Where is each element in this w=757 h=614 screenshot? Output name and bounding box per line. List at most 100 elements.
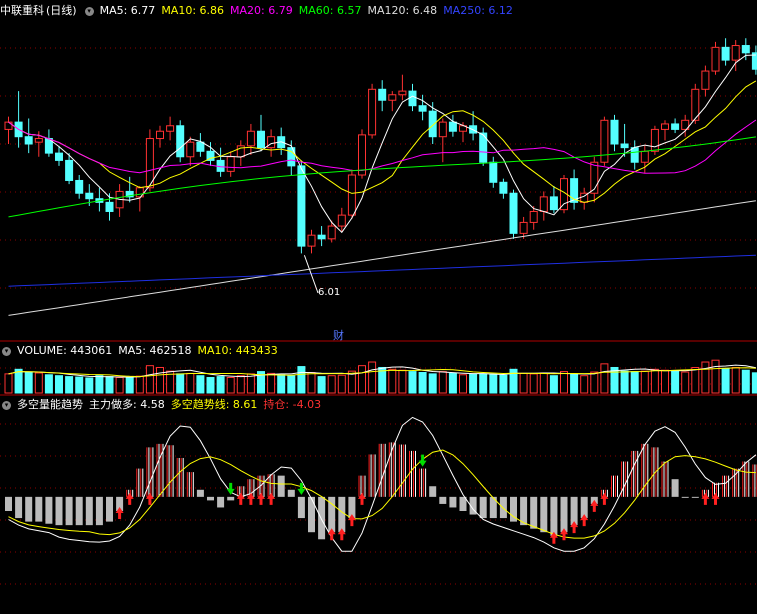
volume-bar-down — [549, 375, 558, 394]
volume-bar-up — [156, 366, 164, 394]
indicator-bar-down — [499, 496, 507, 519]
candle-up — [4, 121, 13, 130]
volume-bar-up — [731, 366, 740, 394]
volume-bar-up — [34, 372, 43, 394]
indicator-header: ▾ 多空量能趋势 主力做多: 4.58 多空趋势线: 8.61 持仓: -4.03 — [0, 398, 327, 412]
volume-bar-down — [14, 368, 23, 394]
candle-up — [529, 210, 538, 223]
volume-bar-up — [560, 371, 568, 394]
candle-down — [317, 234, 326, 240]
candle-down — [549, 196, 558, 211]
candle-down — [418, 105, 427, 112]
candle-down — [671, 123, 680, 130]
indicator-bar-down — [318, 496, 326, 540]
volume-bar-up — [691, 366, 700, 394]
finance-marker[interactable]: 财 — [333, 327, 344, 343]
volume-value: VOLUME: 443061 — [17, 344, 113, 357]
volume-bar-down — [721, 367, 730, 394]
ma20-line — [8, 119, 757, 174]
indicator-bar-down — [671, 479, 679, 497]
volume-bar-down — [297, 366, 306, 394]
volume-bar-down — [499, 374, 508, 394]
volume-bar-up — [236, 375, 245, 394]
volume-bar-down — [418, 372, 427, 394]
volume-bar-down — [216, 376, 225, 394]
volume-ma10: MA10: 443433 — [197, 344, 278, 357]
indicator-bar-down — [45, 496, 53, 524]
indicator-bar-down — [530, 496, 538, 529]
indicator-bar-down — [479, 496, 487, 519]
volume-bar-down — [287, 375, 296, 394]
candle-down — [24, 136, 33, 145]
volume-bar-up — [115, 377, 124, 394]
candle-down — [630, 147, 639, 163]
volume-bar-up — [307, 372, 316, 394]
volume-bar-down — [428, 373, 437, 394]
volume-bar-down — [105, 376, 114, 394]
indicator-bar-down — [338, 496, 346, 533]
volume-bar-down — [206, 377, 215, 394]
candle-down — [489, 161, 498, 183]
volume-bar-up — [358, 365, 366, 394]
candle-up — [600, 119, 609, 163]
ma60-value: MA60: 6.57 — [298, 4, 362, 17]
candle-down — [55, 152, 63, 161]
volume-bar-down — [85, 377, 94, 394]
candle-down — [741, 45, 750, 54]
candle-up — [701, 70, 710, 90]
indicator-bar-down — [681, 496, 689, 498]
toggle-icon[interactable]: ▾ — [2, 346, 11, 356]
volume-bar-down — [125, 377, 134, 394]
indicator-bar-down — [65, 496, 73, 526]
volume-bar-down — [489, 373, 498, 394]
volume-bar-down — [630, 371, 639, 394]
indicator-bar-down — [207, 496, 214, 501]
candle-down — [297, 165, 306, 247]
candle-up — [438, 121, 447, 138]
candle-down — [85, 192, 94, 200]
indicator-bar-down — [308, 496, 315, 533]
ma5-value: MA5: 6.77 — [99, 4, 156, 17]
candle-down — [428, 110, 437, 138]
candle-down — [176, 125, 185, 158]
ma20-value: MA20: 6.79 — [230, 4, 293, 17]
ma250-value: MA250: 6.12 — [443, 4, 513, 17]
volume-bar-up — [226, 377, 235, 394]
candle-up — [307, 234, 316, 247]
indicator-bar-down — [540, 496, 548, 533]
indicator-bar-down — [227, 496, 235, 501]
toggle-icon[interactable]: ▾ — [84, 6, 94, 16]
candle-down — [620, 143, 629, 149]
indicator-bar-down — [35, 496, 43, 522]
volume-bar-down — [448, 372, 457, 394]
indicator-bar-down — [15, 496, 23, 519]
position-value: 持仓: -4.03 — [263, 398, 322, 411]
candle-up — [640, 150, 649, 163]
indicator-bar-down — [691, 496, 699, 498]
candle-up — [398, 90, 407, 96]
candle-up — [368, 88, 377, 136]
indicator-bar-down — [570, 496, 578, 526]
volume-bar-down — [408, 371, 417, 394]
volume-bar-up — [600, 363, 609, 394]
volume-bar-up — [580, 375, 589, 394]
volume-bar-up — [459, 374, 467, 394]
candle-up — [186, 141, 195, 158]
indicator-name: 多空量能趋势 — [17, 398, 83, 411]
indicator-bar-down — [25, 496, 33, 522]
indicator-bar-down — [217, 496, 225, 508]
main-force-value: 主力做多: 4.58 — [89, 398, 165, 411]
volume-bar-down — [196, 375, 205, 394]
volume-bar-up — [701, 361, 710, 394]
ma250-line — [8, 254, 756, 287]
volume-header: ▾ VOLUME: 443061 MA5: 462518 MA10: 443433 — [0, 344, 284, 358]
toggle-icon[interactable]: ▾ — [2, 400, 11, 410]
stock-chart[interactable] — [0, 0, 757, 614]
indicator-bar-down — [196, 489, 204, 497]
volume-bar-up — [186, 372, 195, 394]
candle-up — [337, 214, 346, 227]
volume-bar-down — [479, 373, 488, 394]
period-label: (日线) — [46, 4, 77, 17]
volume-bar-down — [469, 373, 478, 394]
candle-up — [731, 45, 740, 61]
